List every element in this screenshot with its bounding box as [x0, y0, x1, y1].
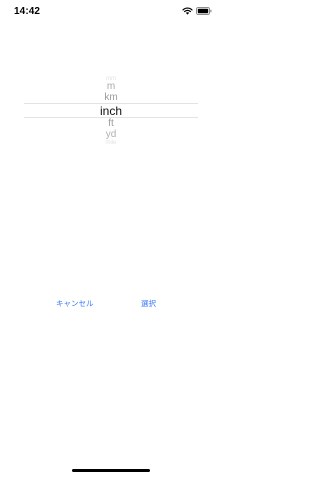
picker-option-selected[interactable]: inch	[24, 105, 198, 117]
select-button[interactable]: 選択	[137, 296, 160, 311]
action-bar: キャンセル 選択	[0, 296, 222, 310]
unit-picker[interactable]: mm m km inch ft yd mile	[24, 72, 198, 150]
status-bar: 14:42	[0, 0, 222, 22]
home-indicator[interactable]	[72, 469, 150, 472]
battery-icon	[196, 7, 212, 15]
picker-option[interactable]: yd	[24, 130, 198, 140]
wifi-icon	[182, 7, 193, 15]
status-time: 14:42	[14, 6, 41, 17]
picker-option[interactable]: mile	[24, 140, 198, 146]
picker-option[interactable]: m	[24, 82, 198, 92]
picker-option[interactable]: ft	[24, 119, 198, 129]
picker-option[interactable]: km	[24, 93, 198, 103]
cancel-button[interactable]: キャンセル	[52, 296, 98, 311]
status-icons	[182, 7, 212, 15]
